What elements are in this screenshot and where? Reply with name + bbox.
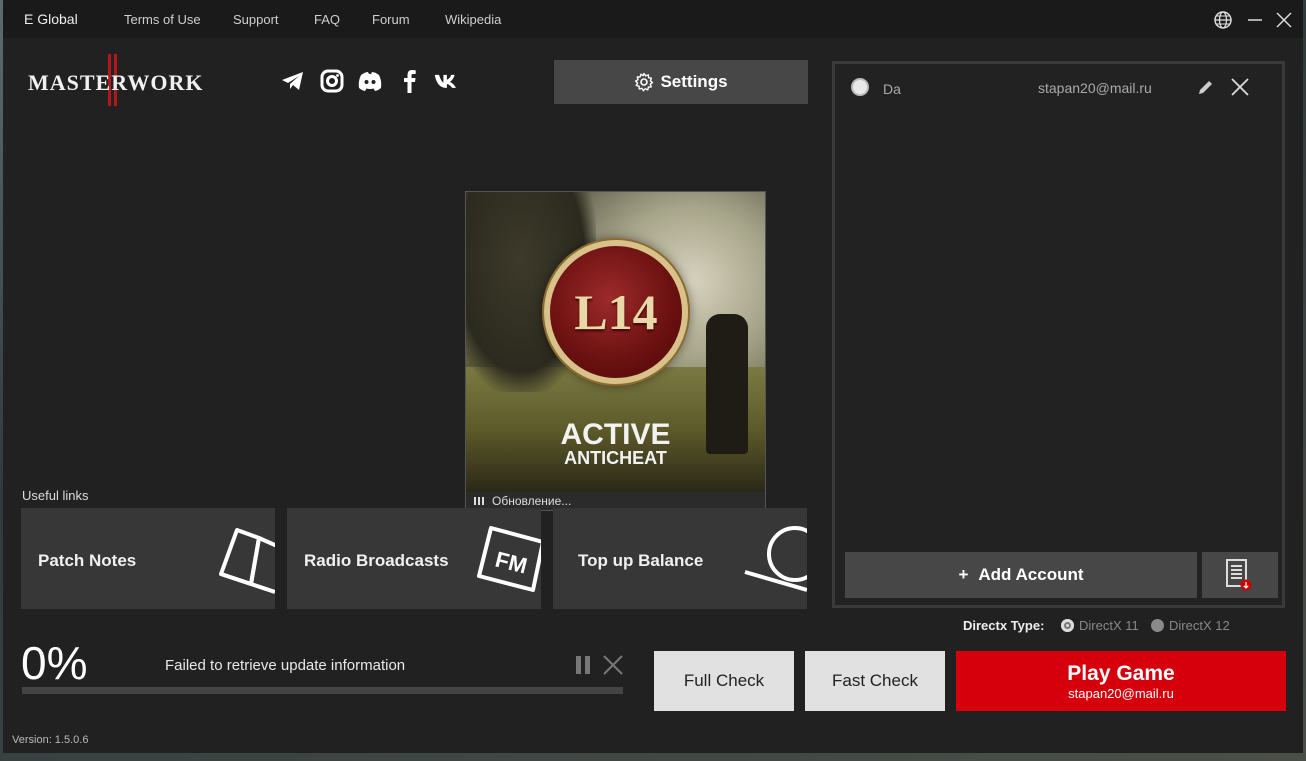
discord-icon[interactable] (357, 68, 383, 94)
link-faq[interactable]: FAQ (314, 12, 340, 27)
link-wikipedia[interactable]: Wikipedia (445, 12, 501, 27)
directx-11-option[interactable]: DirectX 11 (1061, 618, 1139, 633)
edit-pencil-icon[interactable] (1197, 78, 1215, 96)
update-status-message: Failed to retrieve update information (165, 657, 406, 674)
minimize-icon[interactable] (1245, 10, 1265, 30)
directx-11-radio[interactable] (1061, 619, 1074, 632)
globe-icon[interactable] (1213, 10, 1233, 30)
directx-11-label: DirectX 11 (1079, 618, 1139, 633)
play-game-account: stapan20@mail.ru (1068, 685, 1174, 701)
l14-emblem: L14 (544, 240, 688, 384)
close-window-icon[interactable] (1274, 10, 1294, 30)
loading-bars-icon (474, 497, 484, 505)
anticheat-scene-image: L14 ACTIVE ANTICHEAT (466, 192, 765, 492)
directx-12-label: DirectX 12 (1169, 618, 1230, 633)
telegram-icon[interactable] (280, 68, 306, 94)
vk-icon[interactable] (433, 68, 459, 94)
progress-percent: 0% (21, 637, 88, 689)
download-logs-button[interactable] (1202, 552, 1278, 598)
account-name: Da (883, 81, 901, 97)
instagram-icon[interactable] (319, 68, 345, 94)
document-download-icon (1226, 559, 1252, 591)
accounts-panel: Da stapan20@mail.ru + Add Account (832, 61, 1285, 608)
link-support[interactable]: Support (233, 12, 279, 27)
account-row[interactable]: Da stapan20@mail.ru (835, 64, 1282, 110)
launcher-window: E Global Terms of Use Support FAQ Forum … (3, 0, 1303, 753)
fm-radio-icon: FM (477, 526, 541, 592)
coin-icon (744, 526, 807, 592)
settings-label: Settings (660, 72, 728, 91)
full-check-button[interactable]: Full Check (654, 651, 794, 711)
logo-text: MASTERWORK (28, 70, 204, 95)
add-account-button[interactable]: + Add Account (845, 552, 1197, 598)
title-bar: E Global Terms of Use Support FAQ Forum … (3, 0, 1303, 38)
top-up-balance-card[interactable]: Top up Balance (553, 508, 807, 609)
plus-icon: + (958, 565, 969, 584)
masterwork-logo: MASTERWORK (28, 54, 208, 110)
settings-button[interactable]: Settings (554, 60, 808, 104)
cancel-update-icon[interactable] (602, 654, 624, 676)
anticheat-subtitle: ANTICHEAT (564, 448, 667, 468)
directx-type-label: Directx Type: (963, 618, 1045, 633)
account-select-radio[interactable] (851, 78, 869, 96)
brand-label: E Global (24, 11, 78, 27)
facebook-icon[interactable] (397, 68, 423, 94)
patch-notes-label: Patch Notes (38, 551, 137, 570)
book-icon (219, 528, 275, 596)
fast-check-button[interactable]: Fast Check (805, 651, 945, 711)
link-forum[interactable]: Forum (372, 12, 410, 27)
radio-broadcasts-card[interactable]: Radio Broadcasts FM (287, 508, 541, 609)
directx-12-option[interactable]: DirectX 12 (1151, 618, 1230, 633)
anticheat-title: ACTIVE (560, 418, 671, 451)
play-game-button[interactable]: Play Game stapan20@mail.ru (956, 651, 1286, 711)
add-account-label: Add Account (978, 565, 1084, 584)
delete-account-icon[interactable] (1230, 77, 1250, 97)
radio-broadcasts-label: Radio Broadcasts (304, 551, 449, 570)
svg-text:FM: FM (493, 547, 530, 579)
gear-icon (635, 72, 654, 92)
anticheat-status-text: Обновление... (492, 494, 572, 508)
directx-12-radio[interactable] (1151, 619, 1164, 632)
useful-links-label: Useful links (22, 488, 89, 503)
patch-notes-card[interactable]: Patch Notes (21, 508, 275, 609)
update-progress-bar (22, 687, 623, 694)
pause-icon[interactable] (574, 655, 592, 675)
account-email: stapan20@mail.ru (1038, 80, 1152, 96)
link-terms-of-use[interactable]: Terms of Use (124, 12, 201, 27)
top-up-balance-label: Top up Balance (578, 551, 704, 570)
version-label: Version: 1.5.0.6 (12, 734, 89, 746)
play-game-label: Play Game (1067, 661, 1175, 685)
anticheat-banner: L14 ACTIVE ANTICHEAT Обновление... (465, 191, 766, 511)
